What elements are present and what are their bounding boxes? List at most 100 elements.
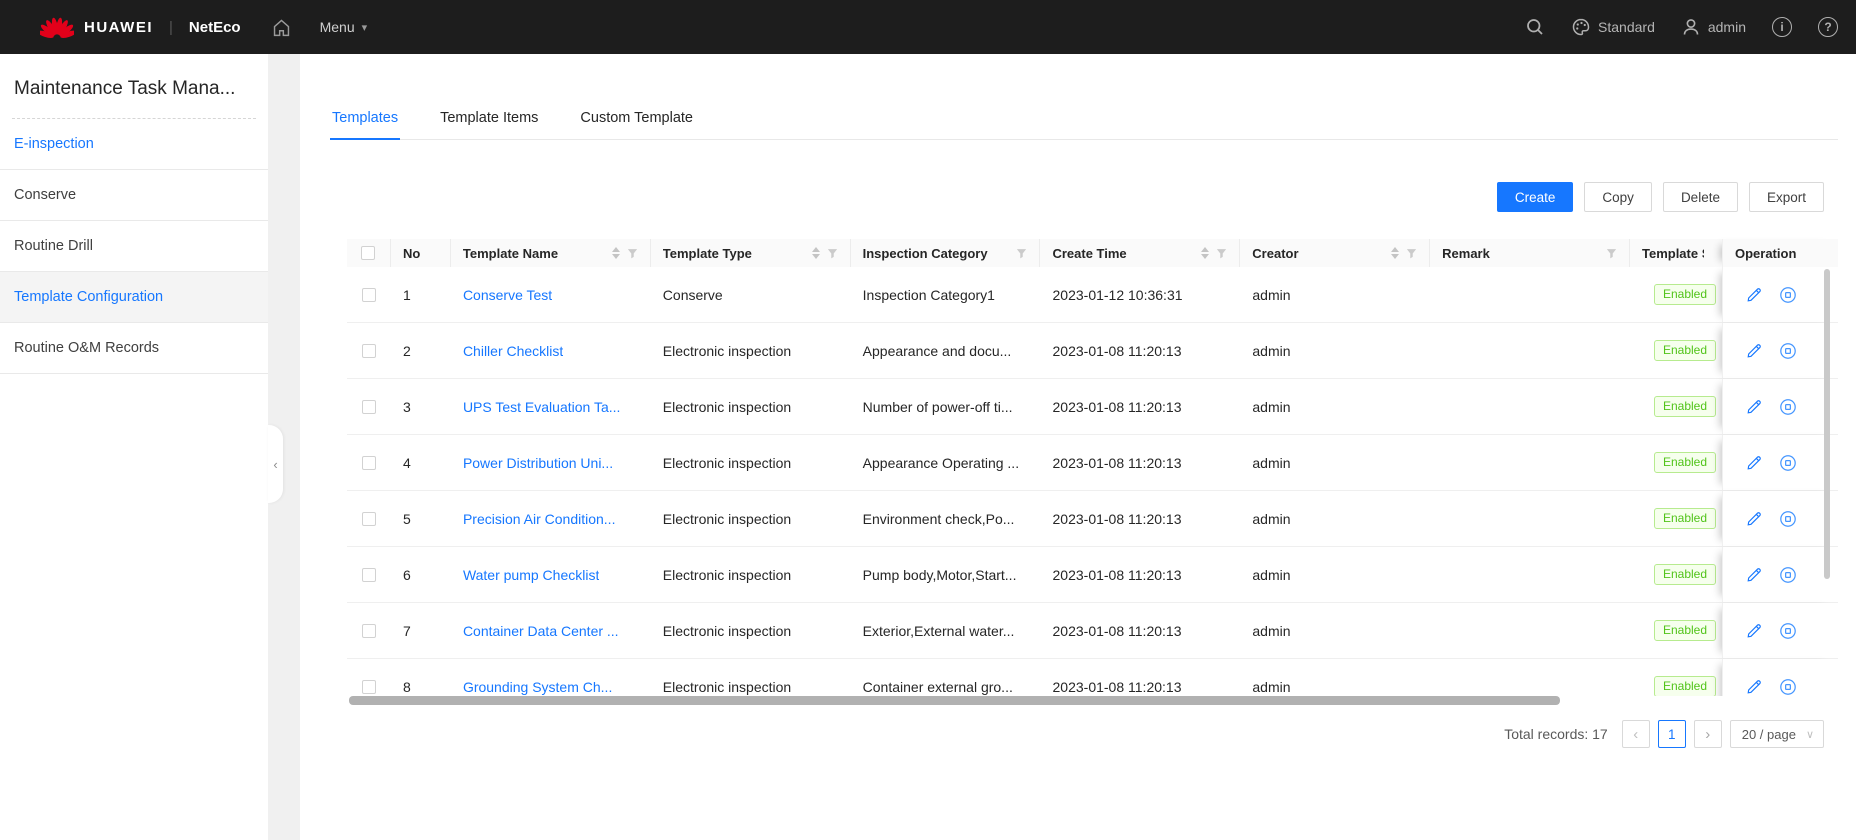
column-header-remark[interactable]: Remark (1430, 239, 1630, 267)
sort-icon[interactable] (1201, 247, 1210, 259)
edit-icon[interactable] (1746, 286, 1763, 303)
disable-icon[interactable] (1779, 622, 1797, 640)
sort-icon[interactable] (811, 247, 820, 259)
column-header-inspection-category[interactable]: Inspection Category (851, 239, 1041, 267)
column-header-operation[interactable]: Operation (1721, 239, 1838, 267)
prev-page-button[interactable]: ‹ (1621, 720, 1650, 748)
sidebar-item-e-inspection[interactable]: E-inspection (0, 119, 268, 170)
sidebar-item-routine-o-m-records[interactable]: Routine O&M Records (0, 323, 268, 374)
sort-icon[interactable] (1391, 247, 1400, 259)
user-menu[interactable]: admin (1681, 17, 1746, 37)
column-label: Template Type (662, 245, 752, 261)
cell-creator: admin (1252, 622, 1291, 639)
tab-templates[interactable]: Templates (330, 100, 401, 140)
disable-icon[interactable] (1779, 342, 1797, 360)
cell-creator: admin (1252, 510, 1291, 527)
edit-icon[interactable] (1746, 342, 1763, 359)
create-button[interactable]: Create (1496, 182, 1574, 212)
next-page-button[interactable]: › (1693, 720, 1722, 748)
row-checkbox[interactable] (361, 679, 376, 694)
filter-icon[interactable] (1406, 248, 1417, 259)
edit-icon[interactable] (1746, 622, 1763, 639)
current-page-button[interactable]: 1 (1657, 720, 1686, 748)
sidebar-item-label: E-inspection (14, 136, 94, 152)
sidebar-item-conserve[interactable]: Conserve (0, 170, 268, 221)
cell-remark (1430, 323, 1630, 378)
table-row: 3 UPS Test Evaluation Ta... Electronic i… (347, 379, 1838, 435)
row-checkbox[interactable] (361, 399, 376, 414)
column-tools (1016, 248, 1039, 259)
row-checkbox[interactable] (361, 623, 376, 638)
menu-caret-icon: ▾ (361, 21, 368, 34)
column-header-no[interactable]: No (391, 239, 451, 267)
cell-remark (1430, 267, 1630, 322)
row-checkbox[interactable] (361, 567, 376, 582)
row-checkbox[interactable] (361, 287, 376, 302)
edit-icon[interactable] (1746, 566, 1763, 583)
column-header-create-time[interactable]: Create Time (1040, 239, 1241, 267)
cell-creator: admin (1252, 342, 1291, 359)
tab-custom-template[interactable]: Custom Template (578, 100, 695, 139)
template-name-link[interactable]: Chiller Checklist (463, 343, 563, 359)
disable-icon[interactable] (1779, 678, 1797, 696)
edit-icon[interactable] (1746, 678, 1763, 695)
cell-remark (1430, 659, 1630, 696)
edit-icon[interactable] (1746, 510, 1763, 527)
disable-icon[interactable] (1779, 510, 1797, 528)
menu-button[interactable]: Menu ▾ (320, 19, 368, 35)
column-header-template-name[interactable]: Template Name (451, 239, 651, 267)
page-size-select[interactable]: 20 / page ∨ (1729, 720, 1824, 748)
template-name-link[interactable]: Water pump Checklist (463, 567, 599, 583)
filter-icon[interactable] (1016, 248, 1027, 259)
copy-button[interactable]: Copy (1584, 182, 1652, 212)
horizontal-scrollbar[interactable] (349, 696, 1560, 705)
template-name-link[interactable]: Power Distribution Uni... (463, 455, 613, 471)
export-button[interactable]: Export (1748, 182, 1824, 212)
filter-icon[interactable] (627, 248, 638, 259)
filter-icon[interactable] (1606, 248, 1617, 259)
sort-icon[interactable] (611, 247, 620, 259)
page-title: Maintenance Task Mana... (14, 78, 236, 99)
vertical-scrollbar[interactable] (1824, 269, 1830, 579)
next-chevron-icon: › (1705, 725, 1711, 743)
disable-icon[interactable] (1779, 566, 1797, 584)
tab-template-items[interactable]: Template Items (438, 100, 540, 139)
huawei-logo-icon[interactable] (40, 14, 74, 40)
table-row: 5 Precision Air Condition... Electronic … (347, 491, 1838, 547)
brand-text: HUAWEI (84, 18, 153, 36)
toolbar: Create Copy Delete Export (330, 182, 1824, 212)
table-row: 6 Water pump Checklist Electronic inspec… (347, 547, 1838, 603)
filter-icon[interactable] (1216, 248, 1227, 259)
sidebar-item-template-configuration[interactable]: Template Configuration (0, 272, 268, 323)
disable-icon[interactable] (1779, 286, 1797, 304)
info-icon[interactable]: i (1772, 17, 1792, 37)
template-name-link[interactable]: Conserve Test (463, 287, 552, 303)
template-name-link[interactable]: Precision Air Condition... (463, 511, 616, 527)
column-header-template-type[interactable]: Template Type (651, 239, 851, 267)
disable-icon[interactable] (1779, 398, 1797, 416)
row-checkbox[interactable] (361, 511, 376, 526)
column-header-creator[interactable]: Creator (1240, 239, 1431, 267)
edit-icon[interactable] (1746, 398, 1763, 415)
disable-icon[interactable] (1779, 454, 1797, 472)
row-checkbox[interactable] (361, 455, 376, 470)
page-size-value: 20 / page (1741, 726, 1796, 742)
home-icon[interactable] (271, 17, 292, 38)
sidebar-item-routine-drill[interactable]: Routine Drill (0, 221, 268, 272)
select-all-checkbox[interactable] (361, 246, 376, 260)
cell-operation (1722, 547, 1838, 602)
sidebar-collapse-button[interactable]: ‹ (268, 425, 283, 503)
delete-button[interactable]: Delete (1662, 182, 1738, 212)
template-name-link[interactable]: Grounding System Ch... (463, 679, 612, 695)
edit-icon[interactable] (1746, 454, 1763, 471)
template-name-link[interactable]: Container Data Center ... (463, 623, 619, 639)
help-icon[interactable]: ? (1818, 17, 1838, 37)
theme-label: Standard (1598, 19, 1655, 35)
template-name-link[interactable]: UPS Test Evaluation Ta... (463, 399, 620, 415)
search-icon[interactable] (1525, 17, 1545, 37)
cell-creator: admin (1252, 398, 1291, 415)
column-header-template-s[interactable]: Template S (1630, 239, 1722, 267)
row-checkbox[interactable] (361, 343, 376, 358)
filter-icon[interactable] (827, 248, 838, 259)
theme-switcher[interactable]: Standard (1571, 17, 1655, 37)
